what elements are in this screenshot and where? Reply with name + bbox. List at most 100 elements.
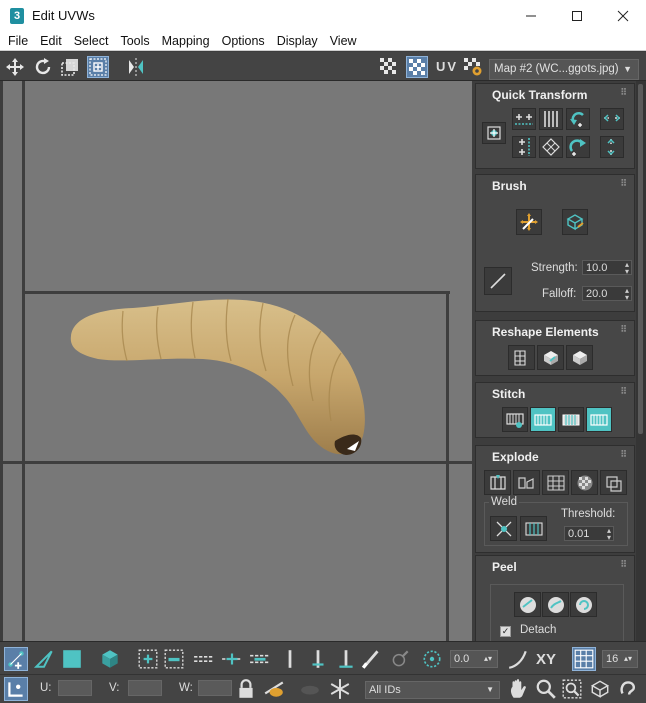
strength-spinner[interactable]: 10.0 ▴ ▾ [582, 260, 632, 276]
relax-brush-button[interactable] [562, 209, 588, 235]
grow-selection-icon[interactable] [136, 647, 160, 671]
show-map-icon[interactable] [406, 56, 428, 78]
align-v-button[interactable] [600, 136, 624, 158]
spinner-arrows-icon[interactable]: ▴▾ [624, 654, 632, 663]
flatten-by-material-button[interactable] [600, 470, 627, 495]
zoom-extents-icon[interactable] [588, 677, 612, 701]
align-horizontal-button[interactable] [512, 108, 536, 130]
weld-target-button[interactable] [520, 516, 547, 541]
freeform-icon[interactable] [87, 56, 109, 78]
v-field[interactable] [128, 680, 162, 696]
zoom-icon[interactable] [534, 677, 558, 701]
spinner-arrows-icon[interactable]: ▴▾ [625, 287, 629, 302]
maximize-button[interactable] [554, 0, 600, 31]
spinner-arrows-icon[interactable]: ▴▾ [607, 527, 611, 542]
menu-file[interactable]: File [3, 34, 33, 48]
ring-icon[interactable] [278, 647, 302, 671]
rotate-cw-button[interactable] [566, 136, 590, 158]
rollout-header[interactable]: Peel ⠿ [476, 556, 634, 576]
spinner-arrows-icon[interactable]: ▴▾ [484, 654, 492, 663]
polygon-mode-icon[interactable] [60, 647, 84, 671]
detach-edge-button[interactable] [513, 470, 540, 495]
uv-viewport[interactable] [3, 81, 472, 641]
paint-select-off-icon[interactable] [388, 647, 412, 671]
rotate-icon[interactable] [32, 56, 54, 78]
rollout-header[interactable]: Brush ⠿ [476, 175, 634, 195]
element-mode-icon[interactable] [98, 647, 122, 671]
stitch-average-button[interactable] [558, 407, 584, 432]
rollout-header[interactable]: Reshape Elements ⠿ [476, 321, 634, 341]
quick-peel-button[interactable] [514, 592, 541, 617]
material-id-select[interactable]: All IDs ▼ [365, 681, 500, 699]
grow-ring-icon[interactable] [306, 647, 330, 671]
threshold-spinner[interactable]: 0.01 ▴ ▾ [564, 526, 614, 542]
w-field[interactable] [198, 680, 232, 696]
grow-loop-icon[interactable] [220, 647, 244, 671]
map-select[interactable]: Map #2 (WC...ggots.jpg) ▼ [489, 59, 639, 80]
menu-edit[interactable]: Edit [35, 34, 67, 48]
u-field[interactable] [58, 680, 92, 696]
soft-selection-icon[interactable] [420, 647, 444, 671]
rollout-header[interactable]: Explode ⠿ [476, 446, 634, 466]
grid-size-spinner[interactable]: 16 ▴▾ [602, 650, 638, 668]
scale-icon[interactable] [59, 56, 81, 78]
spinner-arrows-icon[interactable]: ▴▾ [625, 261, 629, 276]
reset-peel-button[interactable] [570, 592, 597, 617]
detach-checkbox[interactable]: ✓ [500, 626, 511, 637]
straighten-button[interactable] [508, 345, 535, 370]
falloff-curve-icon[interactable] [506, 647, 530, 671]
menu-select[interactable]: Select [69, 34, 114, 48]
freeze-icon[interactable] [328, 677, 352, 701]
shrink-selection-icon[interactable] [162, 647, 186, 671]
relax-element-button[interactable] [537, 345, 564, 370]
minimize-button[interactable] [508, 0, 554, 31]
panel-scroll-thumb[interactable] [638, 84, 643, 434]
shrink-ring-icon[interactable] [334, 647, 358, 671]
edge-mode-icon[interactable] [32, 647, 56, 671]
xy-label[interactable]: XY [536, 651, 556, 668]
align-u-button[interactable] [600, 108, 624, 130]
flatten-by-polygon-button[interactable] [542, 470, 569, 495]
menu-options[interactable]: Options [217, 34, 270, 48]
rollout-header[interactable]: Stitch ⠿ [476, 383, 634, 403]
peel-mode-button[interactable] [542, 592, 569, 617]
unhide-icon[interactable] [298, 677, 322, 701]
flatten-by-smoothing-button[interactable] [571, 470, 598, 495]
absolute-offset-icon[interactable] [4, 677, 28, 701]
paint-move-button[interactable] [516, 209, 542, 235]
stitch-to-source-button[interactable] [530, 407, 556, 432]
weld-selected-button[interactable] [490, 516, 517, 541]
move-icon[interactable] [4, 56, 26, 78]
zoom-region-icon[interactable] [560, 677, 584, 701]
menu-view[interactable]: View [325, 34, 362, 48]
pan-icon[interactable] [506, 677, 530, 701]
close-button[interactable] [600, 0, 646, 31]
stitch-custom-button[interactable] [502, 407, 528, 432]
falloff-spinner[interactable]: 20.0 ▴ ▾ [582, 286, 632, 302]
menu-mapping[interactable]: Mapping [157, 34, 215, 48]
mirror-icon[interactable] [125, 56, 147, 78]
paint-select-icon[interactable] [360, 647, 384, 671]
hide-icon[interactable] [262, 677, 286, 701]
help-icon[interactable] [616, 677, 640, 701]
space-horizontal-button[interactable] [539, 108, 563, 130]
brush-falloff-button[interactable] [484, 267, 512, 295]
map-settings-icon[interactable] [462, 56, 484, 78]
grid-snap-icon[interactable] [572, 647, 596, 671]
space-vertical-button[interactable] [539, 136, 563, 158]
loop-icon[interactable] [192, 647, 216, 671]
checker-icon[interactable] [378, 56, 400, 78]
arrange-button[interactable] [566, 345, 593, 370]
set-pivot-button[interactable] [482, 122, 506, 144]
rotate-ccw-button[interactable] [566, 108, 590, 130]
rollout-header[interactable]: Quick Transform ⠿ [476, 84, 634, 104]
align-vertical-button[interactable] [512, 136, 536, 158]
menu-tools[interactable]: Tools [115, 34, 154, 48]
angle-spinner[interactable]: 0.0 ▴▾ [450, 650, 498, 668]
break-button[interactable] [484, 470, 511, 495]
lock-icon[interactable] [234, 677, 258, 701]
vertex-mode-icon[interactable] [4, 647, 28, 671]
shrink-loop-icon[interactable] [248, 647, 272, 671]
menu-display[interactable]: Display [272, 34, 323, 48]
stitch-to-target-button[interactable] [586, 407, 612, 432]
